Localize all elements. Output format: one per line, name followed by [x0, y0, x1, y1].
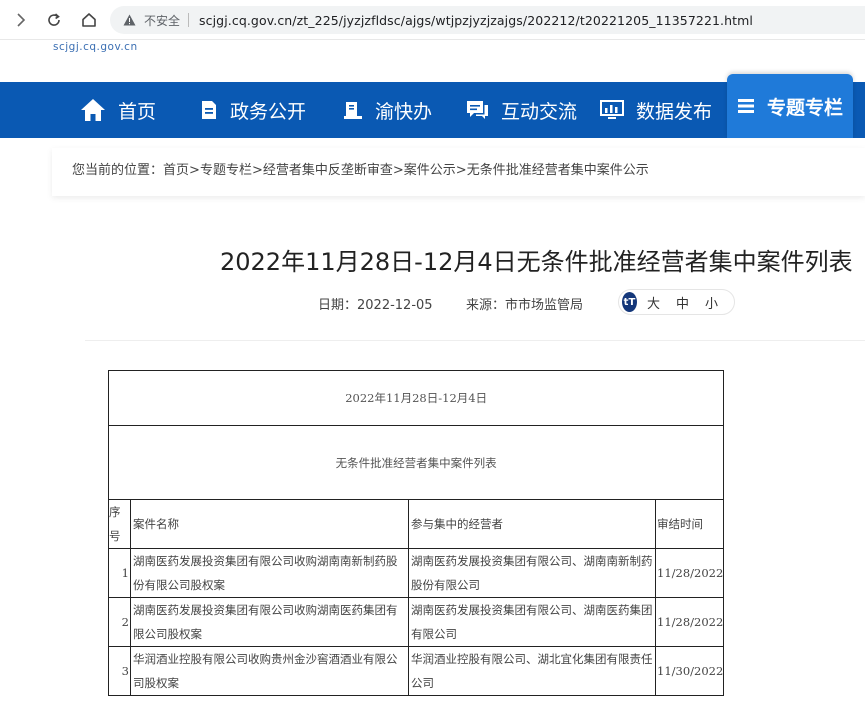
breadcrumb-box: 您当前的位置：首页>专题专栏>经营者集中反垄断审查>案件公示>无条件批准经营者集…: [52, 148, 865, 196]
header-case-name: 案件名称: [130, 499, 409, 549]
cell-time: 11/30/2022: [654, 646, 725, 696]
nav-item-interaction[interactable]: 互动交流: [465, 82, 577, 138]
breadcrumb-separator: >: [455, 163, 467, 178]
list-icon: [737, 97, 755, 115]
header-time: 审结时间: [654, 499, 725, 549]
table-row: 3 华润酒业控股有限公司收购贵州金沙窖酒酒业有限公司股权案 华润酒业控股有限公司…: [108, 646, 725, 696]
reload-icon: [48, 13, 60, 26]
font-size-small[interactable]: 小: [705, 293, 718, 312]
cell-parties: 华润酒业控股有限公司、湖北宜化集团有限责任公司: [408, 646, 656, 696]
nav-item-gov-affairs[interactable]: 政务公开: [200, 82, 306, 138]
address-divider: [188, 13, 190, 27]
house-outline-icon: [82, 13, 96, 27]
breadcrumb-item-case-notice[interactable]: 案件公示: [404, 163, 456, 178]
book-icon: [343, 100, 363, 120]
case-table: 2022年11月28日-12月4日 无条件批准经营者集中案件列表 序号 案件名称…: [107, 370, 725, 696]
font-size-large[interactable]: 大: [647, 293, 660, 312]
breadcrumb-separator: >: [392, 163, 404, 178]
page-title: 2022年11月28日-12月4日无条件批准经营者集中案件列表: [220, 248, 853, 276]
cell-no: 1: [108, 548, 131, 598]
header-parties: 参与集中的经营者: [408, 499, 656, 549]
cell-parties: 湖南医药发展投资集团有限公司、湖南南新制药股份有限公司: [408, 548, 656, 598]
reload-button[interactable]: [43, 9, 65, 31]
cell-no: 3: [108, 646, 131, 696]
table-period: 2022年11月28日-12月4日: [107, 370, 725, 426]
table-row: 2 湖南医药发展投资集团有限公司收购湖南医药集团有限公司股权案 湖南医药发展投资…: [108, 597, 725, 647]
address-bar[interactable]: 不安全 scjgj.cq.gov.cn/zt_225/jyzjzfldsc/aj…: [110, 6, 865, 34]
breadcrumb: 您当前的位置：首页>专题专栏>经营者集中反垄断审查>案件公示>无条件批准经营者集…: [72, 159, 649, 178]
title-divider: [85, 340, 865, 341]
date-value: 2022-12-05: [357, 298, 433, 313]
table-caption: 无条件批准经营者集中案件列表: [107, 425, 725, 500]
nav-item-data-release[interactable]: 数据发布: [600, 82, 712, 138]
chevron-right-icon: [17, 13, 26, 27]
warning-icon: [122, 13, 136, 27]
text-size-icon: tT: [622, 292, 637, 312]
nav-item-label: 专题专栏: [767, 96, 844, 119]
document-icon: [200, 100, 218, 120]
header-no-line2: 号: [109, 529, 121, 543]
home-button[interactable]: [78, 9, 100, 31]
breadcrumb-label: 您当前的位置：: [72, 163, 164, 178]
not-secure-label[interactable]: 不安全: [144, 12, 180, 29]
home-icon: [80, 98, 106, 122]
browser-toolbar: 不安全 scjgj.cq.gov.cn/zt_225/jyzjzfldsc/aj…: [0, 0, 865, 40]
main-nav: 首页 政务公开 渝快办 互动交流 数据发布 专题专栏: [0, 74, 865, 138]
table-header-row: 序号 案件名称 参与集中的经营者 审结时间: [108, 499, 725, 549]
source-value: 市市场监管局: [505, 298, 584, 313]
breadcrumb-item-antitrust-review[interactable]: 经营者集中反垄断审查: [263, 163, 393, 178]
breadcrumb-separator: >: [189, 163, 200, 178]
nav-item-home[interactable]: 首页: [80, 82, 156, 138]
back-button[interactable]: [10, 9, 32, 31]
cell-time: 11/28/2022: [654, 548, 725, 598]
breadcrumb-separator: >: [251, 163, 263, 178]
breadcrumb-item-unconditional-approval[interactable]: 无条件批准经营者集中案件公示: [467, 163, 649, 178]
header-no-line1: 序: [109, 505, 121, 519]
cell-time: 11/28/2022: [654, 597, 725, 647]
breadcrumb-item-home[interactable]: 首页: [163, 163, 189, 178]
nav-item-label: 互动交流: [501, 100, 578, 123]
font-size-switcher: tT 大 中 小: [618, 289, 735, 315]
cell-case-name: 湖南医药发展投资集团有限公司收购湖南南新制药股份有限公司股权案: [130, 548, 409, 598]
header-no: 序号: [108, 499, 131, 549]
source-label: 来源：: [466, 298, 506, 313]
date-label: 日期：: [318, 298, 358, 313]
nav-item-label: 首页: [118, 100, 157, 123]
nav-item-label: 数据发布: [636, 100, 713, 123]
font-size-medium[interactable]: 中: [676, 293, 689, 312]
cell-case-name: 湖南医药发展投资集团有限公司收购湖南医药集团有限公司股权案: [130, 597, 409, 647]
article-source: 来源：市市场监管局: [466, 294, 583, 313]
cell-parties: 湖南医药发展投资集团有限公司、湖南医药集团有限公司: [408, 597, 656, 647]
table-caption-row: 无条件批准经营者集中案件列表: [107, 425, 725, 500]
nav-item-special-topics[interactable]: 专题专栏: [727, 74, 854, 138]
chart-monitor-icon: [600, 99, 624, 121]
cell-no: 2: [108, 597, 131, 647]
table-row: 1 湖南医药发展投资集团有限公司收购湖南南新制药股份有限公司股权案 湖南医药发展…: [108, 548, 725, 598]
chat-icon: [465, 99, 489, 121]
table-period-row: 2022年11月28日-12月4日: [107, 370, 725, 426]
nav-item-label: 政务公开: [230, 100, 307, 123]
publish-date: 日期：2022-12-05: [318, 294, 433, 313]
nav-item-label: 渝快办: [375, 100, 433, 123]
nav-item-yukuaiban[interactable]: 渝快办: [343, 82, 432, 138]
url-text[interactable]: scjgj.cq.gov.cn/zt_225/jyzjzfldsc/ajgs/w…: [199, 13, 753, 28]
site-domain: scjgj.cq.gov.cn: [53, 41, 138, 53]
breadcrumb-item-special-topics[interactable]: 专题专栏: [200, 163, 252, 178]
cell-case-name: 华润酒业控股有限公司收购贵州金沙窖酒酒业有限公司股权案: [130, 646, 409, 696]
